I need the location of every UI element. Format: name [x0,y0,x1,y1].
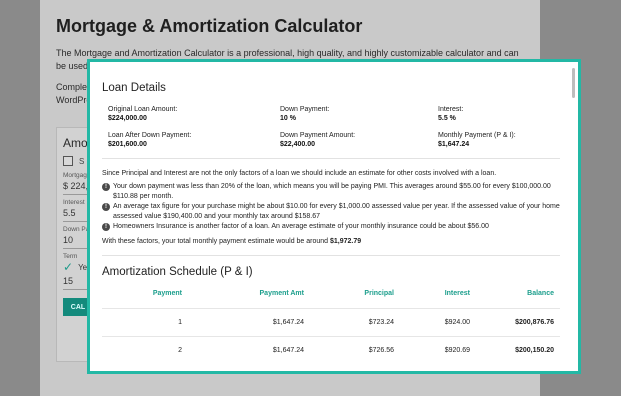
info-icon: ! [102,223,110,231]
detail-original-loan: Original Loan Amount: $224,000.00 [108,106,280,122]
divider [102,158,560,159]
detail-loan-after-down: Loan After Down Payment: $201,600.00 [108,132,280,148]
cell-payment: 1 [102,308,188,337]
total-estimate: With these factors, your total monthly p… [102,238,560,245]
detail-value: $1,647.24 [438,141,470,148]
note-tax: ! An average tax figure for your purchas… [102,202,560,222]
detail-value: 5.5 % [438,115,456,122]
col-balance: Balance [527,290,554,297]
col-interest: Interest [444,290,470,297]
detail-value: 10 % [280,115,296,122]
note-text: An average tax figure for your purchase … [113,203,560,220]
total-value: $1,972.79 [330,238,362,245]
table-row: 2 $1,647.24 $726.56 $920.69 $200,150.20 [102,336,560,364]
detail-label: Interest: [438,106,464,113]
disclaimer-text: Since Principal and Interest are not the… [102,170,497,177]
col-payment: Payment [152,290,182,297]
cell-balance: $200,876.76 [476,308,560,337]
cell-interest: $924.00 [400,308,476,337]
cell-payment: 2 [102,336,188,364]
detail-label: Monthly Payment (P & I): [438,132,516,139]
checkbox-label: S [79,156,85,166]
detail-down-payment-amount: Down Payment Amount: $22,400.00 [280,132,438,148]
cell-principal: $723.24 [310,308,400,337]
detail-value: $224,000.00 [108,115,147,122]
check-icon: ✓ [63,260,74,274]
col-payment-amt: Payment Amt [259,290,304,297]
divider [102,255,560,256]
cell-balance: $200,150.20 [476,336,560,364]
note-insurance: ! Homeowners Insurance is another factor… [102,222,560,232]
table-header-row: Payment Payment Amt Principal Interest B… [102,290,560,309]
amortization-table: Payment Payment Amt Principal Interest B… [102,290,560,364]
loan-details-title: Loan Details [102,82,166,94]
detail-monthly-payment: Monthly Payment (P & I): $1,647.24 [438,132,568,148]
loan-details-grid: Original Loan Amount: $224,000.00 Down P… [102,106,560,148]
detail-label: Down Payment Amount: [280,132,356,139]
detail-label: Down Payment: [280,106,330,113]
note-text: Your down payment was less than 20% of t… [113,183,551,200]
col-principal: Principal [364,290,394,297]
total-prefix: With these factors, your total monthly p… [102,238,331,245]
detail-value: $201,600.00 [108,141,147,148]
detail-value: $22,400.00 [280,141,316,148]
term-option-label: Ye [78,262,88,272]
cell-payment-amt: $1,647.24 [188,308,310,337]
detail-label: Loan After Down Payment: [108,132,192,139]
modal-scrollbar[interactable] [572,68,575,98]
cell-principal: $726.56 [310,336,400,364]
results-modal: Loan Details Original Loan Amount: $224,… [87,59,581,374]
cell-interest: $920.69 [400,336,476,364]
detail-label: Original Loan Amount: [108,106,178,113]
schedule-title: Amortization Schedule (P & I) [102,266,253,278]
page-title: Mortgage & Amortization Calculator [56,16,363,36]
detail-down-payment: Down Payment: 10 % [280,106,438,122]
checkbox[interactable] [63,156,73,166]
note-text: Homeowners Insurance is another factor o… [113,223,489,230]
info-icon: ! [102,183,110,191]
cell-payment-amt: $1,647.24 [188,336,310,364]
table-row: 1 $1,647.24 $723.24 $924.00 $200,876.76 [102,308,560,337]
note-pmi: ! Your down payment was less than 20% of… [102,182,560,202]
detail-interest: Interest: 5.5 % [438,106,568,122]
info-icon: ! [102,203,110,211]
